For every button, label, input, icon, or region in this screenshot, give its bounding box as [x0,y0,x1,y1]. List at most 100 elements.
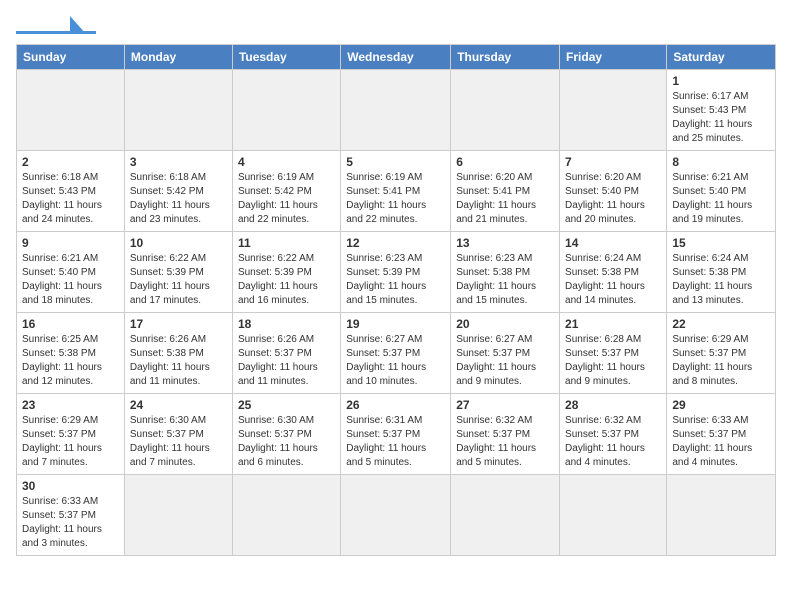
calendar-table: SundayMondayTuesdayWednesdayThursdayFrid… [16,44,776,556]
day-number: 13 [456,236,554,250]
day-number: 23 [22,398,119,412]
day-number: 11 [238,236,335,250]
calendar-cell [341,475,451,556]
day-number: 28 [565,398,661,412]
day-info: Sunrise: 6:18 AM Sunset: 5:43 PM Dayligh… [22,171,119,227]
calendar-cell [124,70,232,151]
day-info: Sunrise: 6:26 AM Sunset: 5:37 PM Dayligh… [238,333,335,389]
logo-graphic [16,16,96,34]
calendar-cell: 4Sunrise: 6:19 AM Sunset: 5:42 PM Daylig… [232,151,340,232]
calendar-cell [341,70,451,151]
day-number: 3 [130,155,227,169]
day-info: Sunrise: 6:21 AM Sunset: 5:40 PM Dayligh… [22,252,119,308]
calendar-cell [667,475,776,556]
calendar-cell: 30Sunrise: 6:33 AM Sunset: 5:37 PM Dayli… [17,475,125,556]
calendar-week-row: 1 Sunrise: 6:17 AM Sunset: 5:43 PM Daylig… [17,70,776,151]
calendar-cell: 11 Sunrise: 6:22 AM Sunset: 5:39 PM Dayli… [232,232,340,313]
day-info: Sunrise: 6:27 AM Sunset: 5:37 PM Dayligh… [346,333,445,389]
calendar-cell: 29 Sunrise: 6:33 AM Sunset: 5:37 PM Dayli… [667,394,776,475]
calendar-cell: 23 Sunrise: 6:29 AM Sunset: 5:37 PM Dayli… [17,394,125,475]
calendar-cell: 14 Sunrise: 6:24 AM Sunset: 5:38 PM Dayli… [560,232,667,313]
calendar-cell [124,475,232,556]
calendar-cell: 28 Sunrise: 6:32 AM Sunset: 5:37 PM Dayli… [560,394,667,475]
calendar-cell: 21 Sunrise: 6:28 AM Sunset: 5:37 PM Dayli… [560,313,667,394]
day-number: 27 [456,398,554,412]
calendar-cell: 24Sunrise: 6:30 AM Sunset: 5:37 PM Dayli… [124,394,232,475]
day-info: Sunrise: 6:33 AM Sunset: 5:37 PM Dayligh… [672,414,770,470]
calendar-cell: 20 Sunrise: 6:27 AM Sunset: 5:37 PM Dayli… [451,313,560,394]
calendar-week-row: 2 Sunrise: 6:18 AM Sunset: 5:43 PM Daylig… [17,151,776,232]
day-info: Sunrise: 6:25 AM Sunset: 5:38 PM Dayligh… [22,333,119,389]
logo [16,16,96,34]
day-number: 4 [238,155,335,169]
day-info: Sunrise: 6:32 AM Sunset: 5:37 PM Dayligh… [456,414,554,470]
calendar-cell [451,70,560,151]
calendar-cell [232,70,340,151]
day-header-sunday: Sunday [17,45,125,70]
day-info: Sunrise: 6:20 AM Sunset: 5:40 PM Dayligh… [565,171,661,227]
day-info: Sunrise: 6:30 AM Sunset: 5:37 PM Dayligh… [130,414,227,470]
calendar-cell [560,475,667,556]
calendar-cell: 5 Sunrise: 6:19 AM Sunset: 5:41 PM Daylig… [341,151,451,232]
day-number: 19 [346,317,445,331]
day-info: Sunrise: 6:26 AM Sunset: 5:38 PM Dayligh… [130,333,227,389]
day-info: Sunrise: 6:29 AM Sunset: 5:37 PM Dayligh… [672,333,770,389]
day-number: 2 [22,155,119,169]
calendar-cell: 1 Sunrise: 6:17 AM Sunset: 5:43 PM Daylig… [667,70,776,151]
day-number: 9 [22,236,119,250]
day-info: Sunrise: 6:28 AM Sunset: 5:37 PM Dayligh… [565,333,661,389]
day-number: 8 [672,155,770,169]
day-info: Sunrise: 6:27 AM Sunset: 5:37 PM Dayligh… [456,333,554,389]
day-info: Sunrise: 6:24 AM Sunset: 5:38 PM Dayligh… [565,252,661,308]
calendar-header-row: SundayMondayTuesdayWednesdayThursdayFrid… [17,45,776,70]
day-info: Sunrise: 6:20 AM Sunset: 5:41 PM Dayligh… [456,171,554,227]
day-number: 29 [672,398,770,412]
calendar-cell [451,475,560,556]
day-number: 16 [22,317,119,331]
calendar-cell: 25Sunrise: 6:30 AM Sunset: 5:37 PM Dayli… [232,394,340,475]
day-info: Sunrise: 6:22 AM Sunset: 5:39 PM Dayligh… [238,252,335,308]
calendar-cell [560,70,667,151]
calendar-cell: 6Sunrise: 6:20 AM Sunset: 5:41 PM Daylig… [451,151,560,232]
day-info: Sunrise: 6:17 AM Sunset: 5:43 PM Dayligh… [672,90,770,146]
day-info: Sunrise: 6:32 AM Sunset: 5:37 PM Dayligh… [565,414,661,470]
calendar-week-row: 23 Sunrise: 6:29 AM Sunset: 5:37 PM Dayli… [17,394,776,475]
page-header [16,16,776,34]
day-number: 21 [565,317,661,331]
calendar-cell: 13Sunrise: 6:23 AM Sunset: 5:38 PM Dayli… [451,232,560,313]
day-number: 20 [456,317,554,331]
calendar-cell: 7 Sunrise: 6:20 AM Sunset: 5:40 PM Daylig… [560,151,667,232]
calendar-cell: 12 Sunrise: 6:23 AM Sunset: 5:39 PM Dayli… [341,232,451,313]
day-header-tuesday: Tuesday [232,45,340,70]
day-number: 17 [130,317,227,331]
day-info: Sunrise: 6:19 AM Sunset: 5:41 PM Dayligh… [346,171,445,227]
calendar-cell: 22 Sunrise: 6:29 AM Sunset: 5:37 PM Dayli… [667,313,776,394]
calendar-week-row: 16 Sunrise: 6:25 AM Sunset: 5:38 PM Dayli… [17,313,776,394]
day-number: 1 [672,74,770,88]
day-info: Sunrise: 6:29 AM Sunset: 5:37 PM Dayligh… [22,414,119,470]
day-number: 7 [565,155,661,169]
day-info: Sunrise: 6:18 AM Sunset: 5:42 PM Dayligh… [130,171,227,227]
day-header-wednesday: Wednesday [341,45,451,70]
day-header-thursday: Thursday [451,45,560,70]
day-number: 5 [346,155,445,169]
day-header-friday: Friday [560,45,667,70]
day-info: Sunrise: 6:23 AM Sunset: 5:39 PM Dayligh… [346,252,445,308]
day-header-saturday: Saturday [667,45,776,70]
calendar-cell [17,70,125,151]
calendar-cell: 8 Sunrise: 6:21 AM Sunset: 5:40 PM Daylig… [667,151,776,232]
calendar-week-row: 9 Sunrise: 6:21 AM Sunset: 5:40 PM Daylig… [17,232,776,313]
calendar-cell: 9 Sunrise: 6:21 AM Sunset: 5:40 PM Daylig… [17,232,125,313]
day-info: Sunrise: 6:30 AM Sunset: 5:37 PM Dayligh… [238,414,335,470]
day-number: 14 [565,236,661,250]
calendar-cell: 10Sunrise: 6:22 AM Sunset: 5:39 PM Dayli… [124,232,232,313]
day-number: 22 [672,317,770,331]
calendar-cell: 2 Sunrise: 6:18 AM Sunset: 5:43 PM Daylig… [17,151,125,232]
day-info: Sunrise: 6:21 AM Sunset: 5:40 PM Dayligh… [672,171,770,227]
day-number: 15 [672,236,770,250]
calendar-cell: 3 Sunrise: 6:18 AM Sunset: 5:42 PM Daylig… [124,151,232,232]
day-number: 12 [346,236,445,250]
day-number: 30 [22,479,119,493]
day-info: Sunrise: 6:22 AM Sunset: 5:39 PM Dayligh… [130,252,227,308]
day-number: 18 [238,317,335,331]
